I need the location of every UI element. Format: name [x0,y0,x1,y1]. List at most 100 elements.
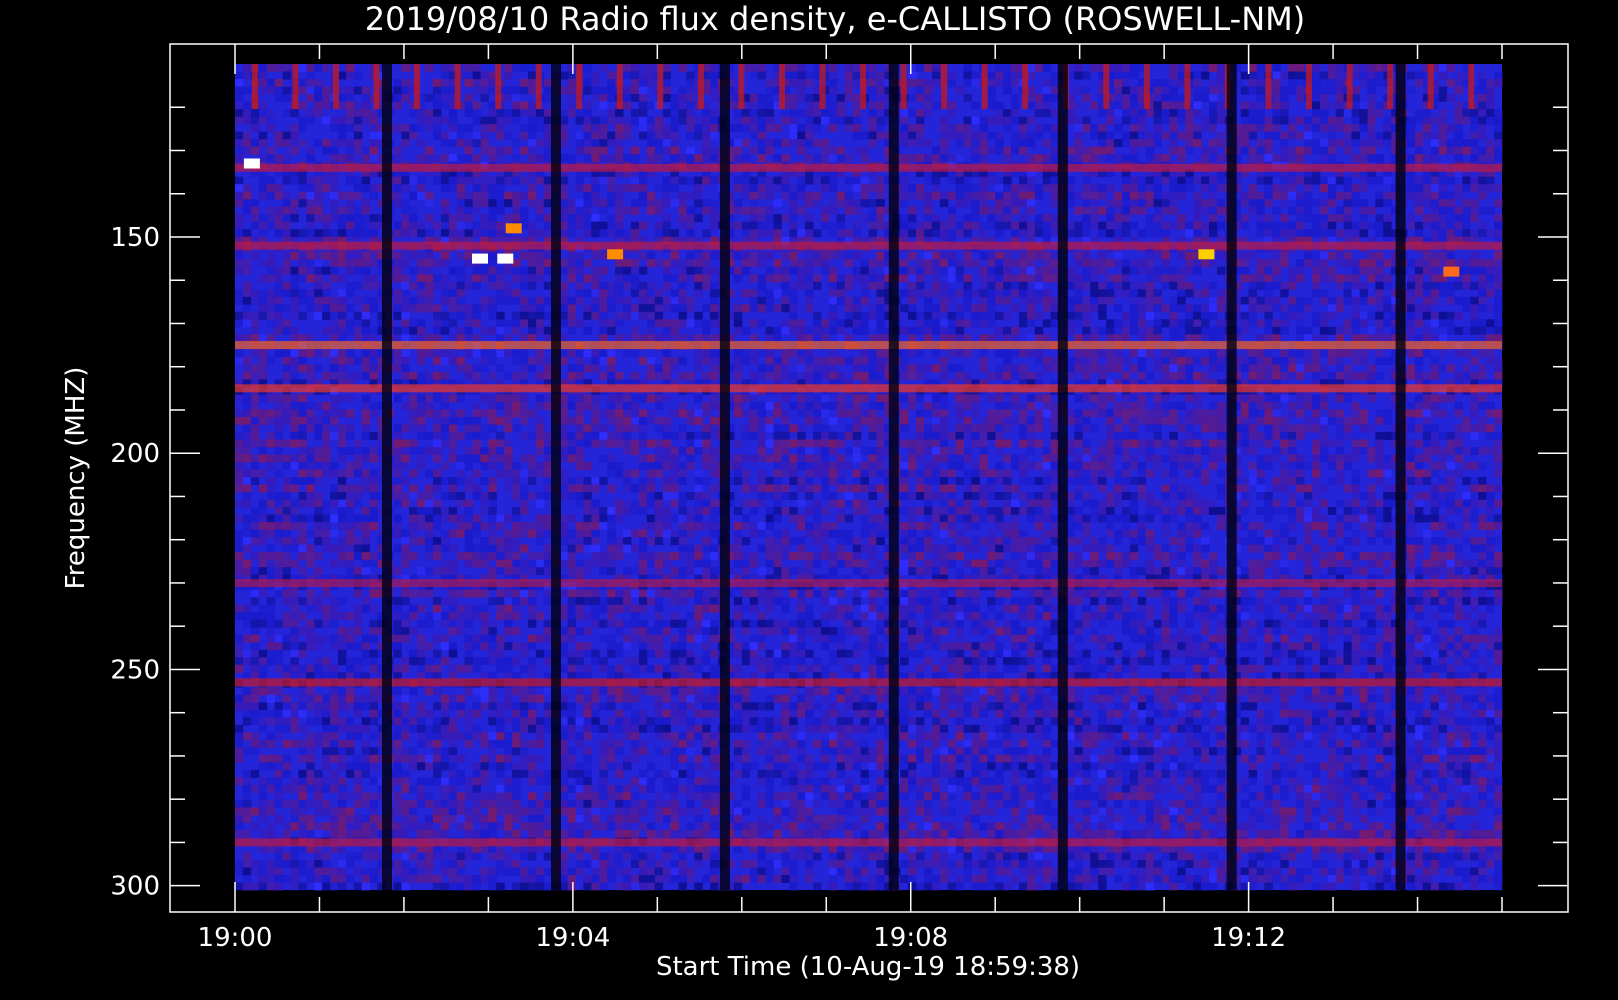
heatmap-cell [1335,214,1345,223]
heatmap-cell [828,289,838,298]
heatmap-cell [266,289,276,298]
heatmap-cell [1114,229,1123,238]
heatmap-cell [630,71,640,80]
heatmap-cell [923,289,933,298]
heatmap-cell [670,251,679,260]
heatmap-cell [702,326,711,335]
heatmap-cell [1106,214,1115,223]
heatmap-cell [1177,356,1186,365]
heatmap-cell [1121,214,1131,223]
heatmap-cell [1114,334,1123,343]
heatmap-cell [868,281,877,290]
heatmap-cell [543,221,553,230]
heatmap-cell [1359,206,1368,215]
heatmap-cell [963,251,972,260]
heatmap-cell [282,191,291,200]
heatmap-cell [1201,371,1210,380]
heatmap-cell [1383,229,1392,238]
heatmap-cell [1264,154,1273,163]
heatmap-cell [322,371,331,380]
heatmap-cell [805,349,814,358]
heatmap-cell [1121,356,1131,365]
heatmap-cell [425,304,434,313]
heatmap-cell [1034,326,1044,335]
heatmap-cell [1256,281,1265,290]
heatmap-cell [1114,319,1123,328]
heatmap-cell [995,146,1004,155]
heatmap-cell [401,184,410,193]
heatmap-cell [1003,184,1012,193]
heatmap-cell [274,281,283,290]
heatmap-cell [472,319,481,328]
heatmap-cell [694,319,703,328]
heatmap-cell [575,214,584,223]
heatmap-cell [979,334,988,343]
heatmap-cell [543,94,553,102]
heatmap-cell [1312,289,1321,298]
heatmap-cell [1296,146,1305,155]
heatmap-cell [235,251,244,260]
heatmap-cell [250,214,260,223]
heatmap-cell [1478,109,1487,118]
heatmap-cell [646,116,656,125]
heatmap-cell [1304,214,1313,223]
heatmap-cell [1462,326,1471,335]
heatmap-cell [1335,176,1345,185]
heatmap-cell [1335,71,1345,80]
heatmap-cell [1422,266,1432,275]
heatmap-cell [1042,274,1052,283]
heatmap-cell [813,311,822,320]
heatmap-cell [298,139,307,148]
heatmap-cell [369,281,378,290]
heatmap-cell [575,289,584,298]
heatmap-cell [860,296,869,305]
heatmap-cell [963,191,972,200]
heatmap-cell [330,274,339,283]
heatmap-cell [472,71,481,80]
heatmap-cell [646,131,656,140]
heatmap-cell [630,281,640,290]
heatmap-cell [1494,124,1503,133]
heatmap-cell [1367,221,1376,230]
heatmap-cell [1209,326,1218,335]
heatmap-cell [805,176,814,185]
heatmap-cell [852,124,862,133]
heatmap-cell [615,319,624,328]
heatmap-cell [345,319,355,328]
heatmap-cell [1462,139,1471,148]
heatmap-cell [844,79,854,87]
heatmap-cell [757,229,766,238]
heatmap-cell [496,326,505,335]
heatmap-cell [567,259,576,268]
heatmap-cell [1462,116,1471,125]
heatmap-cell [369,191,378,200]
heatmap-cell [1011,191,1020,200]
heatmap-cell [1359,311,1368,320]
heatmap-cell [353,311,363,320]
heatmap-cell [322,64,331,72]
heatmap-cell [797,86,806,95]
heatmap-cell [298,274,307,283]
heatmap-cell [939,124,949,133]
heatmap-cell [266,79,276,87]
heatmap-cell [456,191,466,200]
heatmap-cell [939,371,949,380]
heatmap-cell [440,154,450,163]
heatmap-cell [931,229,941,238]
heatmap-cell [607,229,616,238]
heatmap-cell [440,94,450,102]
heatmap-cell [1312,116,1321,125]
heatmap-cell [1050,229,1059,238]
heatmap-cell [242,86,252,95]
heatmap-cell [765,221,774,230]
heatmap-cell [520,191,529,200]
heatmap-cell [1145,266,1155,275]
heatmap-cell [908,124,917,133]
heatmap-cell [1034,154,1044,163]
heatmap-cell [266,334,276,343]
heatmap-cell [939,296,949,305]
heatmap-cell [504,71,513,80]
heatmap-cell [1446,289,1455,298]
heatmap-cell [1129,86,1139,95]
heatmap-cell [916,221,925,230]
